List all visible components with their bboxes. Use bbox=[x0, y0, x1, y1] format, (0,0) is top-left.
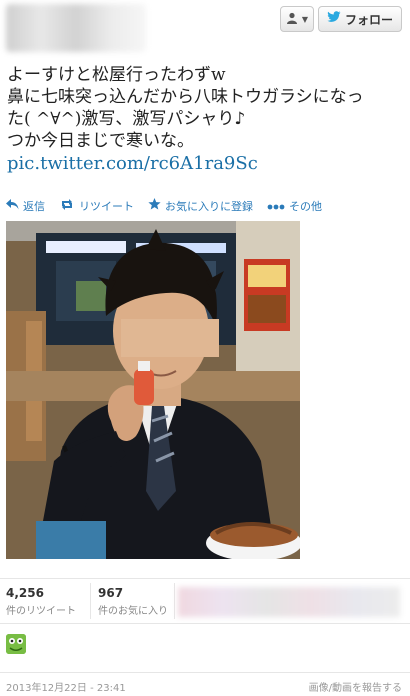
tweet-header: ▼ フォロー bbox=[0, 0, 410, 58]
reply-icon bbox=[6, 198, 19, 214]
tweet-line: 鼻に七味突っ込んだから八味トウガラシになっ bbox=[7, 87, 364, 107]
tweet-text: よーすけと松屋行ったわずw 鼻に七味突っ込んだから八味トウガラシになっ た( ^… bbox=[7, 64, 405, 175]
reply-label: 返信 bbox=[23, 200, 45, 213]
retweet-count-label: 件のリツイート bbox=[6, 606, 76, 617]
tweet-actions: 返信 リツイート お気に入りに登録 その他 bbox=[6, 198, 322, 214]
retweet-label: リツイート bbox=[79, 200, 134, 213]
tweet-footer: 2013年12月22日 - 23:41 画像/動画を報告する bbox=[0, 672, 410, 696]
favorite-label: お気に入りに登録 bbox=[165, 200, 253, 213]
favorite-count: 967 bbox=[98, 586, 124, 600]
user-icon bbox=[286, 12, 298, 27]
favorite-action[interactable]: お気に入りに登録 bbox=[148, 198, 253, 214]
tweet-photo[interactable] bbox=[6, 221, 300, 559]
favorite-count-label: 件のお気に入り bbox=[98, 606, 168, 617]
photo-illustration bbox=[6, 221, 300, 559]
tweet-line: た( ^∀^)激写、激写パシャり♪ bbox=[7, 109, 246, 129]
twitter-bird-icon bbox=[327, 11, 341, 27]
frog-avatar-icon[interactable] bbox=[6, 634, 26, 654]
user-actions-button[interactable]: ▼ bbox=[280, 6, 314, 32]
star-icon bbox=[148, 198, 161, 214]
reply-action[interactable]: 返信 bbox=[6, 198, 45, 214]
retweet-action[interactable]: リツイート bbox=[59, 198, 134, 214]
tweet-stats: 4,256 件のリツイート 967 件のお気に入り bbox=[0, 578, 410, 624]
blurred-user-avatars bbox=[178, 587, 400, 617]
retweet-stat[interactable]: 4,256 件のリツイート bbox=[6, 586, 76, 617]
retweet-count: 4,256 bbox=[6, 586, 44, 600]
tweet-line: よーすけと松屋行ったわずw bbox=[7, 65, 226, 85]
tweet-timestamp[interactable]: 2013年12月22日 - 23:41 bbox=[6, 679, 126, 694]
favorite-stat[interactable]: 967 件のお気に入り bbox=[98, 586, 168, 617]
more-dots-icon bbox=[267, 199, 285, 214]
blurred-user-info bbox=[6, 4, 146, 52]
more-action[interactable]: その他 bbox=[267, 198, 322, 214]
tweet-media-link[interactable]: pic.twitter.com/rc6A1ra9Sc bbox=[7, 153, 405, 175]
chevron-down-icon: ▼ bbox=[301, 14, 309, 24]
tweet-line: つか今日まじで寒いな。 bbox=[7, 131, 194, 151]
stats-divider bbox=[90, 583, 91, 619]
more-label: その他 bbox=[289, 200, 322, 213]
follow-label: フォロー bbox=[344, 12, 393, 27]
report-media-link[interactable]: 画像/動画を報告する bbox=[309, 679, 402, 694]
follow-button[interactable]: フォロー bbox=[318, 6, 402, 32]
stats-divider bbox=[174, 583, 175, 619]
retweet-icon bbox=[59, 198, 75, 214]
